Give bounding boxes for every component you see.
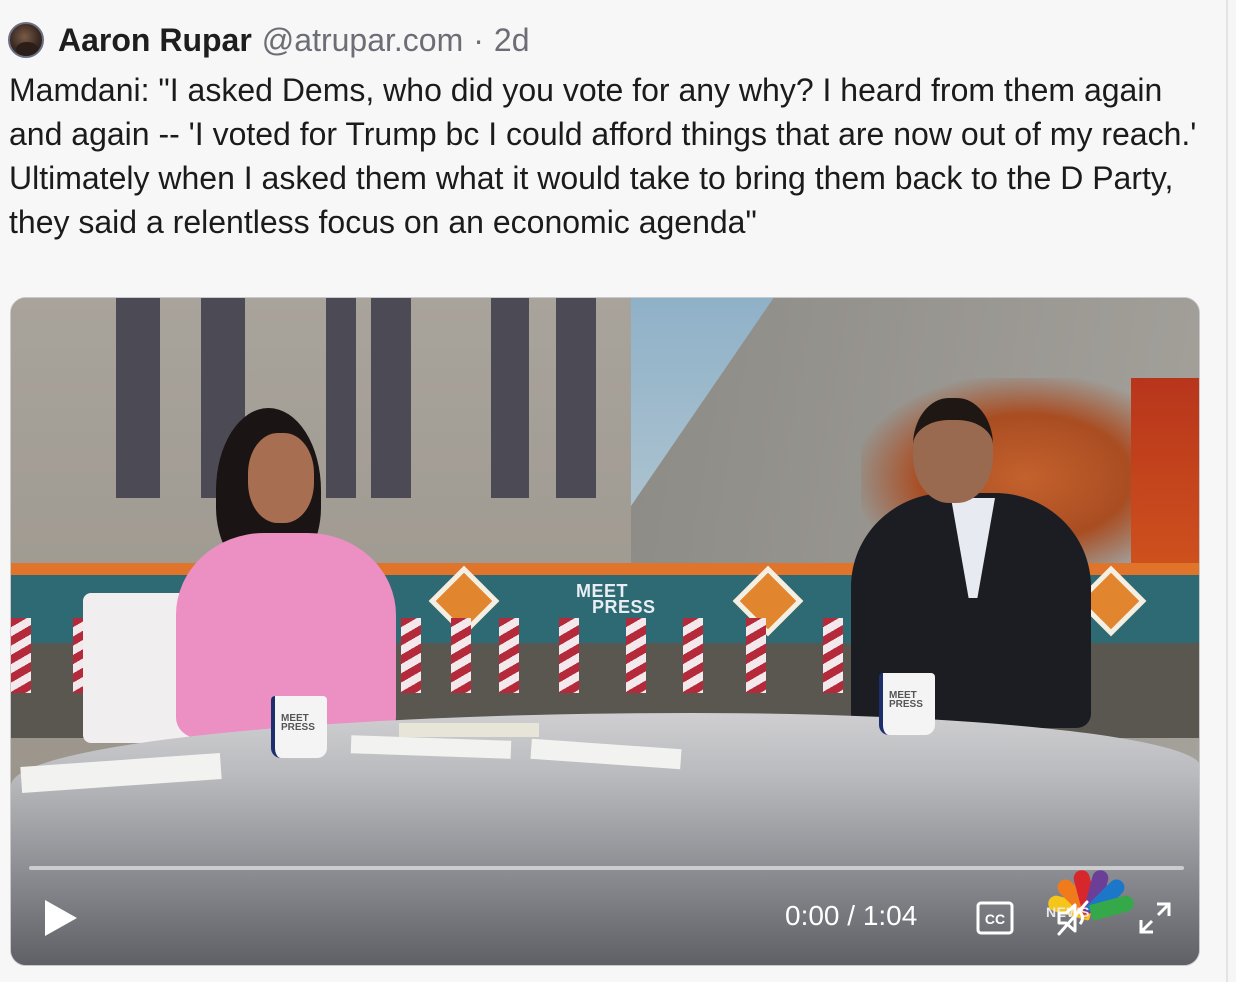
captions-button[interactable]: CC xyxy=(975,898,1015,938)
mute-button[interactable] xyxy=(1053,898,1093,938)
fullscreen-button[interactable] xyxy=(1135,898,1175,938)
video-player[interactable]: MEET PRESS MEET PRESS MEET PRESS NEWS 0:… xyxy=(10,297,1200,966)
author-name[interactable]: Aaron Rupar xyxy=(58,22,252,59)
volume-muted-icon xyxy=(1057,900,1089,936)
meta-separator: · xyxy=(473,21,484,58)
video-progress-bar[interactable] xyxy=(29,866,1184,870)
post-body-text: Mamdani: "I asked Dems, who did you vote… xyxy=(9,72,1197,240)
desk-paper xyxy=(399,723,539,737)
video-controls: 0:00 / 1:04 CC xyxy=(11,888,1199,948)
set-logo: MEET PRESS xyxy=(576,581,656,617)
author-handle[interactable]: @atrupar.com xyxy=(262,22,463,59)
closed-captions-icon: CC xyxy=(976,901,1014,935)
fullscreen-icon xyxy=(1139,902,1171,934)
post-header: Aaron Rupar @atrupar.com · 2d xyxy=(8,20,530,60)
post-card: Aaron Rupar @atrupar.com · 2d Mamdani: "… xyxy=(0,0,1228,982)
play-button[interactable] xyxy=(41,896,81,940)
video-timecode: 0:00 / 1:04 xyxy=(785,900,918,931)
video-host-figure xyxy=(176,408,416,738)
guest-mug: MEET PRESS xyxy=(879,673,935,735)
author-avatar[interactable] xyxy=(8,22,44,58)
host-mug: MEET PRESS xyxy=(271,696,327,758)
svg-text:CC: CC xyxy=(985,911,1005,927)
post-timestamp[interactable]: 2d xyxy=(494,22,530,59)
play-icon xyxy=(45,900,77,936)
